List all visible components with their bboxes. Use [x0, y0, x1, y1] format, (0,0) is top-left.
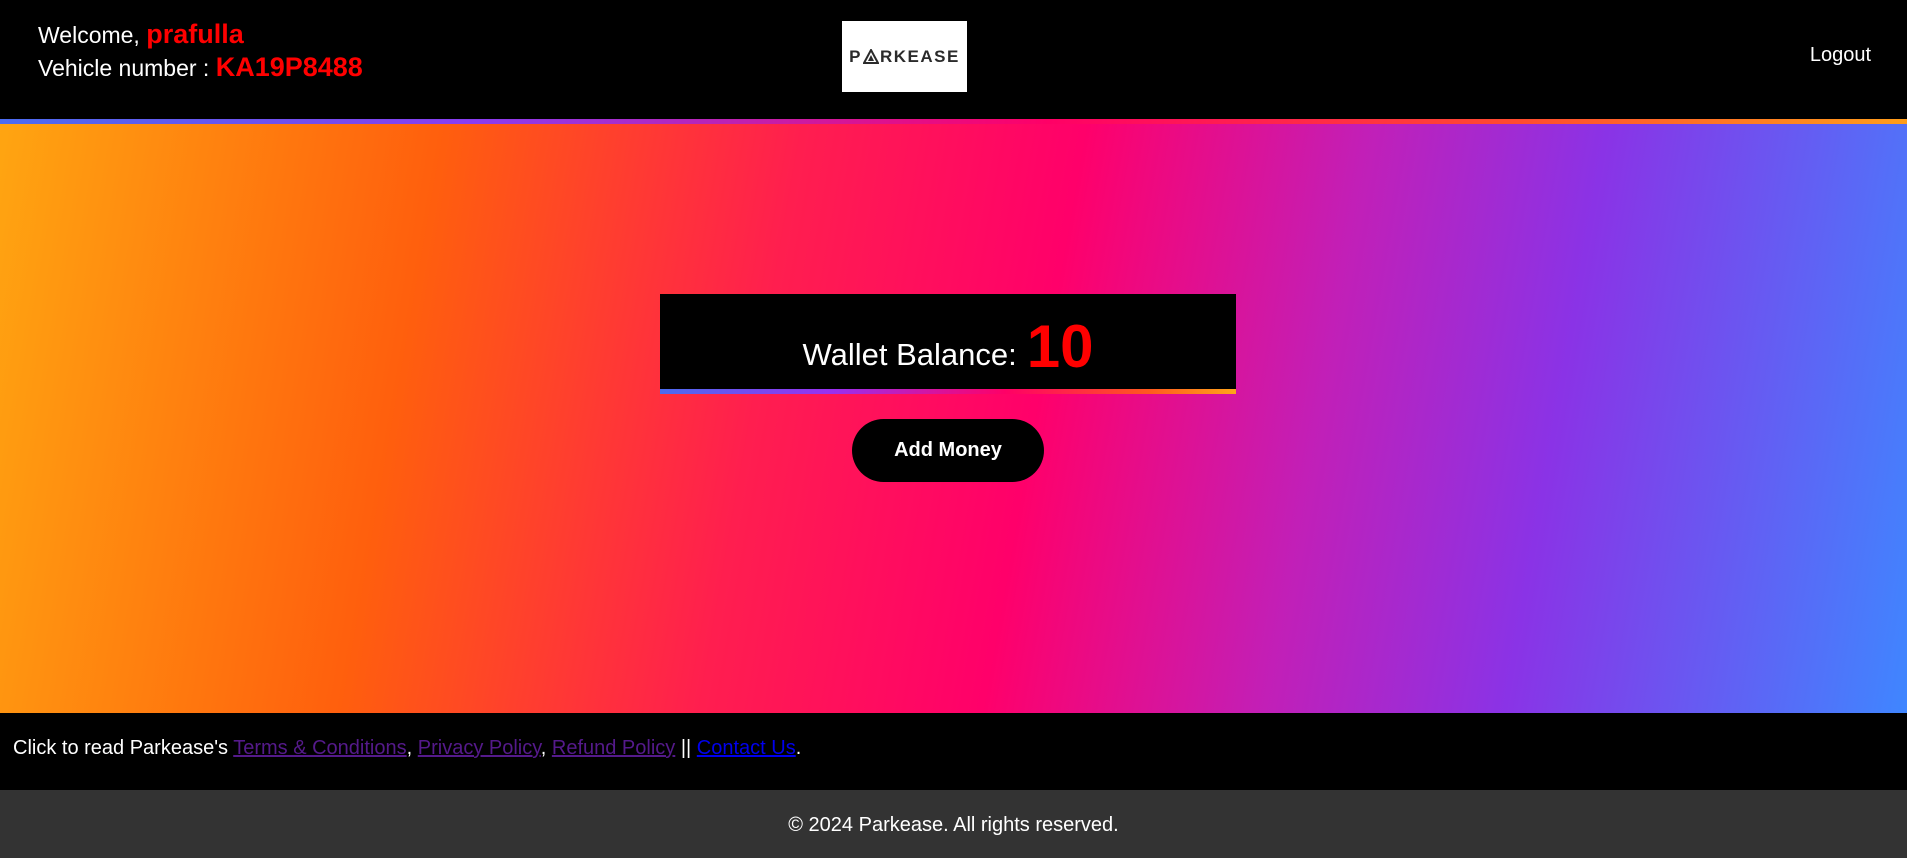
main-content: Wallet Balance: 10 Add Money: [0, 124, 1907, 713]
triangle-logo-icon: [862, 49, 879, 64]
username: prafulla: [146, 19, 244, 49]
vehicle-number: KA19P8488: [215, 52, 363, 82]
policy-links-bar: Click to read Parkease's Terms & Conditi…: [0, 713, 1907, 790]
wallet-row: Wallet Balance: 10: [660, 304, 1236, 388]
vehicle-line: Vehicle number : KA19P8488: [38, 51, 363, 84]
links-sep-2: ,: [540, 737, 552, 759]
parkease-logo[interactable]: P RKEASE: [842, 21, 967, 92]
links-suffix: .: [795, 737, 802, 759]
welcome-line: Welcome, prafulla: [38, 18, 363, 51]
logo-letters-rest: RKEASE: [879, 46, 960, 66]
terms-link[interactable]: Terms & Conditions: [233, 737, 406, 759]
links-sep-3: ||: [675, 737, 697, 759]
welcome-prefix: Welcome,: [38, 22, 147, 48]
vehicle-prefix: Vehicle number :: [38, 55, 216, 81]
wallet-balance-label: Wallet Balance:: [802, 337, 1017, 372]
logo-wordmark: P RKEASE: [849, 47, 960, 67]
policy-links-text: Click to read Parkease's Terms & Conditi…: [13, 737, 801, 760]
wallet-gradient-bar: [660, 389, 1236, 394]
contact-us-link[interactable]: Contact Us: [697, 737, 796, 759]
refund-policy-link[interactable]: Refund Policy: [552, 737, 675, 759]
logout-link[interactable]: Logout: [1810, 44, 1871, 67]
logo-letter-p: P: [849, 46, 862, 66]
links-prefix: Click to read Parkease's: [13, 737, 234, 759]
wallet-balance-value: 10: [1026, 312, 1094, 380]
site-footer: © 2024 Parkease. All rights reserved.: [0, 790, 1907, 858]
add-money-button[interactable]: Add Money: [852, 419, 1044, 482]
privacy-policy-link[interactable]: Privacy Policy: [418, 737, 541, 759]
top-header: Welcome, prafulla Vehicle number : KA19P…: [0, 0, 1907, 119]
links-sep-1: ,: [406, 737, 418, 759]
copyright-text: © 2024 Parkease. All rights reserved.: [788, 814, 1119, 836]
welcome-block: Welcome, prafulla Vehicle number : KA19P…: [38, 18, 363, 84]
wallet-balance-card: Wallet Balance: 10: [660, 294, 1236, 394]
